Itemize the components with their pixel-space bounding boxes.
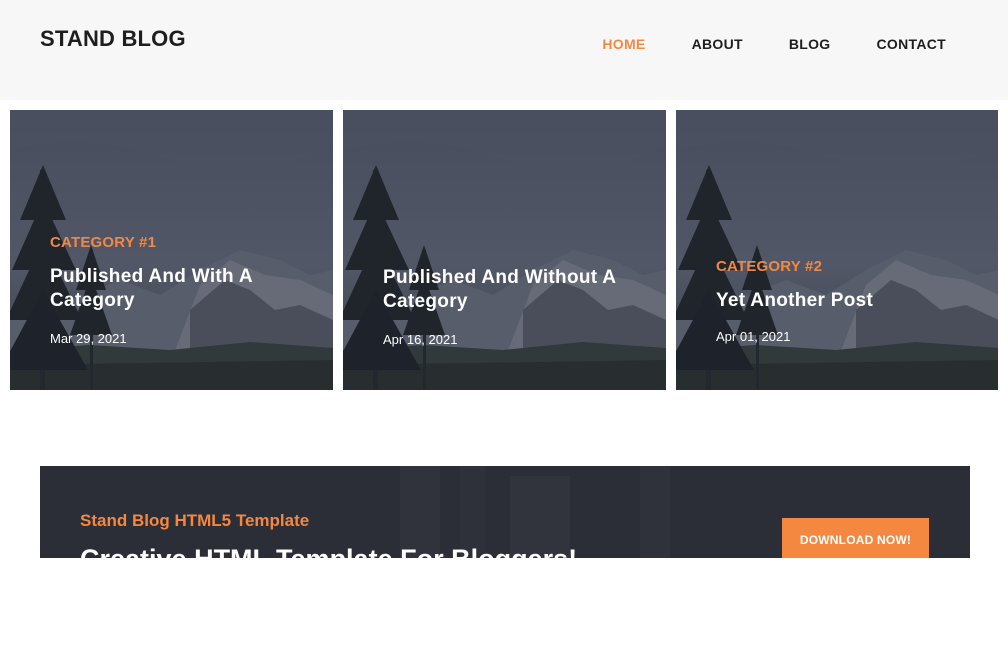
banner-background-image <box>676 110 998 390</box>
nav-contact-link[interactable]: CONTACT <box>877 36 947 52</box>
banner-post-3[interactable]: CATEGORY #2 Yet Another Post Apr 01, 202… <box>676 110 998 390</box>
post-date: Mar 29, 2021 <box>50 331 127 346</box>
nav-home-link[interactable]: HOME <box>602 36 645 52</box>
banner-post-1-content: CATEGORY #1 Published And With A Categor… <box>50 234 303 346</box>
site-logo[interactable]: STAND BLOG <box>40 26 186 52</box>
banner-post-3-content: CATEGORY #2 Yet Another Post Apr 01, 202… <box>716 258 968 344</box>
call-to-action-section: Stand Blog HTML5 Template Creative HTML … <box>40 466 970 558</box>
banner-post-1[interactable]: CATEGORY #1 Published And With A Categor… <box>10 110 333 390</box>
site-header: STAND BLOG HOME ABOUT BLOG CONTACT <box>0 0 1008 100</box>
banner-post-2[interactable]: Published And Without A Category Apr 16,… <box>343 110 666 390</box>
post-date: Apr 16, 2021 <box>383 332 458 347</box>
cta-title: Creative HTML Template For Bloggers! <box>80 544 577 558</box>
banner-background-image <box>343 110 666 390</box>
cta-subtitle: Stand Blog HTML5 Template <box>80 511 310 530</box>
post-date: Apr 01, 2021 <box>716 329 791 344</box>
nav-blog-link[interactable]: BLOG <box>789 36 831 52</box>
post-title[interactable]: Yet Another Post <box>716 289 968 313</box>
nav-about-link[interactable]: ABOUT <box>692 36 743 52</box>
post-title[interactable]: Published And Without A Category <box>383 266 636 314</box>
download-now-button[interactable]: DOWNLOAD NOW! <box>782 518 929 558</box>
main-nav: HOME ABOUT BLOG CONTACT <box>602 36 946 52</box>
banner-post-2-content: Published And Without A Category Apr 16,… <box>383 266 636 347</box>
post-title[interactable]: Published And With A Category <box>50 265 303 313</box>
post-category[interactable]: CATEGORY #2 <box>716 258 968 275</box>
post-category[interactable]: CATEGORY #1 <box>50 234 303 251</box>
